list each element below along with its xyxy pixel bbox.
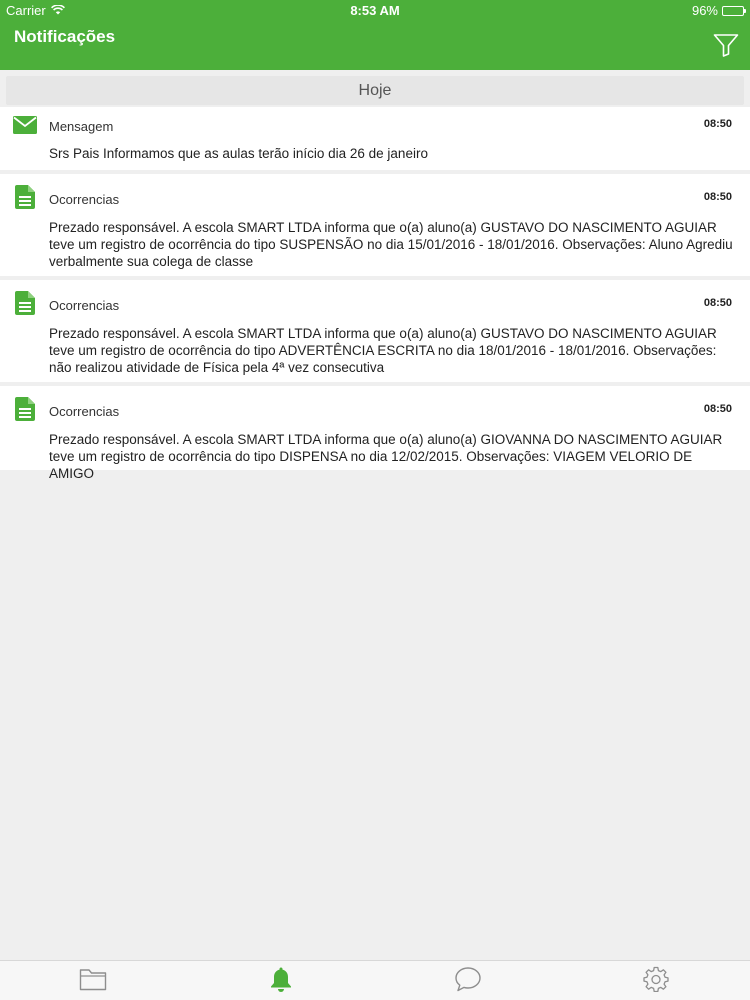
notification-time: 08:50	[703, 403, 732, 415]
document-icon	[15, 185, 35, 214]
notification-type: Ocorrencias	[49, 298, 120, 313]
document-icon	[15, 291, 35, 320]
notification-message: Prezado responsável. A escola SMART LTDA…	[49, 432, 723, 481]
notification-message: Prezado responsável. A escola SMART LTDA…	[49, 326, 717, 375]
notification-item[interactable]: Ocorrencias 08:50 Prezado responsável. A…	[0, 174, 750, 280]
funnel-icon	[713, 33, 739, 62]
header-bar: Carrier 8:53 AM 96% Notificações	[0, 0, 750, 70]
document-icon	[15, 397, 35, 426]
notification-item[interactable]: Ocorrencias 08:50 Prezado responsável. A…	[0, 280, 750, 386]
folder-icon	[79, 967, 107, 996]
chat-bubble-icon	[454, 966, 482, 997]
notification-list: Mensagem 08:50 Srs Pais Informamos que a…	[0, 107, 750, 481]
notification-item[interactable]: Mensagem 08:50 Srs Pais Informamos que a…	[0, 107, 750, 174]
page-title: Notificações	[14, 27, 116, 46]
notification-message: Srs Pais Informamos que as aulas terão i…	[49, 146, 428, 161]
tab-notifications[interactable]	[266, 967, 296, 995]
notification-type: Ocorrencias	[49, 192, 120, 207]
filter-button[interactable]	[712, 33, 740, 62]
notification-message: Prezado responsável. A escola SMART LTDA…	[49, 220, 733, 269]
notification-type: Ocorrencias	[49, 404, 120, 419]
tab-folder[interactable]	[78, 967, 108, 995]
battery-indicator: 96%	[691, 3, 746, 18]
notification-item[interactable]: Ocorrencias 08:50 Prezado responsável. A…	[0, 386, 750, 481]
status-bar: Carrier 8:53 AM 96%	[0, 0, 750, 20]
tab-bar	[0, 960, 750, 1000]
battery-icon	[722, 5, 746, 16]
notification-time: 08:50	[703, 118, 732, 130]
tab-settings[interactable]	[641, 966, 671, 997]
gear-icon	[643, 966, 669, 997]
bell-icon	[270, 966, 292, 997]
notification-time: 08:50	[703, 191, 732, 203]
tab-messages[interactable]	[453, 966, 483, 997]
notification-time: 08:50	[703, 297, 732, 309]
notification-type: Mensagem	[49, 119, 114, 134]
envelope-icon	[13, 116, 37, 139]
clock: 8:53 AM	[350, 3, 400, 18]
section-title: Hoje	[358, 81, 392, 99]
battery-percent: 96%	[691, 3, 718, 18]
section-header-today: Hoje	[6, 76, 744, 105]
